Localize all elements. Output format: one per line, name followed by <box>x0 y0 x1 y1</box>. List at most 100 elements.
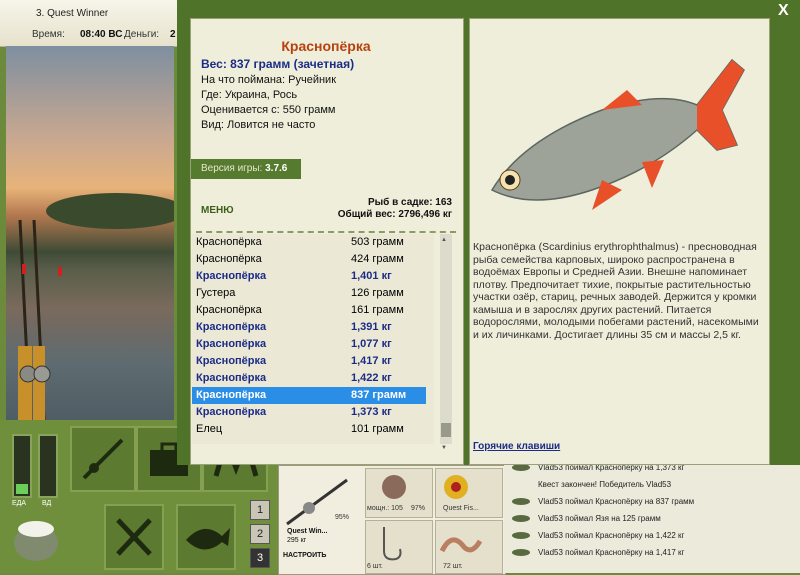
catch-list-row[interactable]: Краснопёрка 1,391 кг <box>192 319 426 336</box>
reel-icon <box>382 475 406 499</box>
catch-list-row[interactable]: Краснопёрка 1,417 кг <box>192 353 426 370</box>
event-log: Vlad53 поймал Краснопёрку на 1,373 кг Кв… <box>504 463 800 573</box>
time-label: Время: <box>32 29 65 40</box>
catch-list-row[interactable]: Густера 126 грамм <box>192 285 426 302</box>
catch-fish-name: Краснопёрка <box>196 270 267 282</box>
caught-on: На что поймана: Ручейник <box>201 74 337 86</box>
catch-fish-weight: 161 грамм <box>351 304 404 316</box>
catch-fish-weight: 1,401 кг <box>351 270 392 282</box>
keepnet-count: Рыб в садке: 163 <box>367 197 452 208</box>
rod-tile[interactable] <box>70 426 136 492</box>
bait-count: 72 шт. <box>443 563 463 570</box>
scroll-down-icon[interactable]: ▼ <box>441 445 447 451</box>
catch-fish-name: Елец <box>196 423 223 435</box>
catch-fish-weight: 1,422 кг <box>351 372 392 384</box>
line-spool-icon <box>444 475 468 499</box>
line-label: Quest Fis... <box>443 505 479 512</box>
tackle-panel: 95% Quest Win... 295 кг НАСТРОИТЬ мощн.:… <box>278 465 506 575</box>
cutlery-icon <box>116 518 152 556</box>
fish-description: Краснопёрка (Scardinius erythrophthalmus… <box>473 241 759 341</box>
catch-fish-name: Краснопёрка <box>196 338 267 350</box>
rod-weight: 295 кг <box>287 537 307 544</box>
catch-list-row[interactable]: Краснопёрка 837 грамм <box>192 387 426 404</box>
catch-list-row[interactable]: Краснопёрка 503 грамм <box>192 234 426 251</box>
reel-label: мощн.: 105 <box>367 505 403 512</box>
scroll-up-icon[interactable]: ▲ <box>441 237 447 243</box>
money-value: 2 <box>170 29 176 40</box>
catch-list[interactable]: Краснопёрка 503 грамм Краснопёрка 424 грамм… <box>192 234 434 444</box>
cutlery-tile[interactable] <box>104 504 164 570</box>
fish-mini-icon <box>512 532 530 540</box>
catch-fish-weight: 837 грамм <box>351 389 407 401</box>
divider <box>196 231 456 233</box>
lake-scene[interactable] <box>6 46 174 420</box>
slot-button-2[interactable]: 2 <box>250 524 270 544</box>
catch-fish-weight: 1,373 кг <box>351 406 392 418</box>
catch-fish-weight: 101 грамм <box>351 423 404 435</box>
keepnet-summary: Рыб в садке: 163 Общий вес: 2796,496 кг <box>300 197 452 221</box>
log-row: Квест закончен! Победитель Vlad53 <box>538 480 672 489</box>
rod-reel-icon <box>286 478 348 526</box>
version-value: 3.7.6 <box>265 163 288 174</box>
catch-fish-name: Краснопёрка <box>196 355 267 367</box>
rod-icon <box>82 438 124 480</box>
fishing-rods-illustration <box>18 193 174 420</box>
slot-button-1[interactable]: 1 <box>250 500 270 520</box>
hooks-count: 6 шт. <box>367 563 383 570</box>
reel-percent: 97% <box>411 505 426 512</box>
version-label: Версия игры: <box>201 163 263 174</box>
catch-list-row[interactable]: Краснопёрка 1,373 кг <box>192 404 426 421</box>
fish-tile[interactable] <box>176 504 236 570</box>
catch-fish-weight: 1,391 кг <box>351 321 392 333</box>
catch-fish-weight: 126 грамм <box>351 287 404 299</box>
catch-list-row[interactable]: Елец 101 грамм <box>192 421 426 438</box>
scrollbar-thumb[interactable] <box>441 423 451 437</box>
fish-mini-icon <box>512 549 530 557</box>
bait-worm-icon <box>439 537 483 553</box>
catch-list-row[interactable]: Краснопёрка 1,401 кг <box>192 268 426 285</box>
catch-list-row[interactable]: Краснопёрка 1,077 кг <box>192 336 426 353</box>
fish-icon <box>186 528 230 550</box>
catch-fish-weight: 1,417 кг <box>351 355 392 367</box>
food-gauge <box>12 434 32 498</box>
catch-list-row[interactable]: Краснопёрка 161 грамм <box>192 302 426 319</box>
food-label: ЕДА <box>12 500 27 507</box>
hotkeys-link[interactable]: Горячие клавиши <box>473 441 560 452</box>
catch-list-scrollbar[interactable] <box>440 234 452 444</box>
food-pot-icon[interactable] <box>10 513 62 565</box>
catch-fish-weight: 1,077 кг <box>351 338 392 350</box>
fish-mini-icon <box>512 464 530 472</box>
version-bar: Версия игры: 3.7.6 <box>191 159 301 179</box>
log-row: Vlad53 поймал Язя на 125 грамм <box>512 510 661 527</box>
log-row: Vlad53 поймал Краснопёрку на 837 грамм <box>512 493 694 510</box>
time-value: 08:40 ВС <box>80 29 123 40</box>
catch-fish-name: Краснопёрка <box>196 406 267 418</box>
fish-weight: Вес: 837 грамм (зачетная) <box>201 57 355 71</box>
food-gauge-fill <box>16 484 28 494</box>
fish-name: Краснопёрка <box>281 38 371 54</box>
rod-percent: 95% <box>335 514 350 521</box>
catch-fish-name: Краснопёрка <box>196 372 267 384</box>
menu-button[interactable]: МЕНЮ <box>201 205 234 216</box>
fish-kind: Вид: Ловится не часто <box>201 119 316 131</box>
catch-fish-name: Краснопёрка <box>196 389 267 401</box>
catch-fish-name: Краснопёрка <box>196 253 262 265</box>
money-label: Деньги: <box>124 29 160 40</box>
catch-list-row[interactable]: Краснопёрка 1,422 кг <box>192 370 426 387</box>
log-row: Vlad53 поймал Краснопёрку на 1,422 кг <box>512 527 684 544</box>
fish-mini-icon <box>512 498 530 506</box>
setup-button[interactable]: НАСТРОИТЬ <box>283 552 326 559</box>
catch-fish-name: Густера <box>196 287 236 299</box>
catch-location: Где: Украина, Рось <box>201 89 298 101</box>
fish-image <box>482 50 754 230</box>
catch-fish-name: Краснопёрка <box>196 321 267 333</box>
catch-fish-weight: 424 грамм <box>351 253 404 265</box>
hook-icon <box>383 527 402 561</box>
valued-from: Оценивается с: 550 грамм <box>201 104 336 116</box>
catch-list-row[interactable]: Краснопёрка 424 грамм <box>192 251 426 268</box>
catch-fish-name: Краснопёрка <box>196 304 262 316</box>
catch-fish-name: Краснопёрка <box>196 236 262 248</box>
slot-button-3[interactable]: 3 <box>250 548 270 568</box>
window-title: 3. Quest Winner <box>36 8 109 19</box>
close-button[interactable]: X <box>778 2 789 20</box>
